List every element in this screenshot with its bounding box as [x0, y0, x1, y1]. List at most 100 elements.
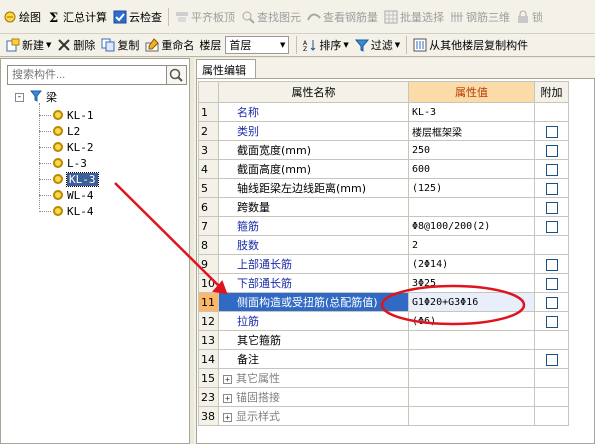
tab-property-edit[interactable]: 属性编辑 — [196, 59, 256, 78]
property-row[interactable]: 7 箍筋 Φ8@100/200(2) — [198, 216, 569, 236]
property-value-cell[interactable] — [408, 406, 535, 426]
property-value-cell[interactable] — [408, 330, 535, 350]
property-row[interactable]: 5 轴线距梁左边线距离(mm) (125) — [198, 178, 569, 198]
filter-dropdown-arrow[interactable]: ▼ — [395, 41, 400, 49]
toolbar-button-cloud-check[interactable]: 云检查 — [110, 6, 165, 28]
property-group[interactable]: + 其它属性 — [218, 368, 409, 388]
collapse-icon[interactable]: - — [15, 92, 24, 102]
new-button[interactable]: 新建 ▼ — [0, 34, 54, 56]
property-name-cell: 截面宽度(mm) — [218, 140, 409, 160]
property-value-cell[interactable]: G1Φ20+G3Φ16 — [408, 292, 535, 312]
property-value-cell[interactable] — [408, 197, 535, 217]
sort-icon: AZ — [303, 38, 317, 53]
toolbar-button-find-element[interactable]: 查找图元 — [238, 6, 304, 28]
property-row[interactable]: 10 下部通长筋 3Φ25 — [198, 273, 569, 293]
filter-icon — [29, 90, 43, 105]
expand-icon[interactable]: + — [223, 394, 232, 403]
copy-from-floor-button[interactable]: 从其他楼层复制构件 — [410, 34, 531, 56]
property-value-cell[interactable] — [408, 349, 535, 369]
floor-select[interactable]: 首层 ▼ — [225, 36, 290, 54]
delete-button[interactable]: 删除 — [54, 34, 98, 56]
toolbar-button-sigma[interactable]: Σ 汇总计算 — [44, 6, 110, 28]
copy-button[interactable]: 复制 — [98, 34, 142, 56]
extra-cell — [534, 197, 569, 217]
property-group-label: 显示样式 — [236, 410, 280, 423]
extra-checkbox[interactable] — [545, 296, 558, 309]
property-value-cell[interactable]: (2Φ14) — [408, 254, 535, 274]
property-row[interactable]: 6 跨数量 — [198, 197, 569, 217]
row-number: 14 — [198, 349, 219, 369]
toolbar-button-batch-select[interactable]: 批量选择 — [381, 6, 447, 28]
align-top-icon — [175, 10, 189, 24]
toolbar-button-label: 绘图 — [19, 10, 41, 24]
property-value-cell[interactable]: 2 — [408, 235, 535, 255]
property-value-cell[interactable]: KL-3 — [408, 102, 535, 122]
filter-button[interactable]: 过滤 ▼ — [352, 34, 403, 56]
property-row[interactable]: 12 拉筋 (Φ6) — [198, 311, 569, 331]
property-value-cell[interactable]: 楼层框架梁 — [408, 121, 535, 141]
property-row[interactable]: 13 其它箍筋 — [198, 330, 569, 350]
property-group[interactable]: + 显示样式 — [218, 406, 409, 426]
tree-item[interactable]: WL-4 — [53, 187, 94, 203]
property-row[interactable]: 8 肢数 2 — [198, 235, 569, 255]
new-dropdown-arrow[interactable]: ▼ — [46, 41, 51, 49]
batch-select-icon — [384, 10, 398, 24]
toolbar-button-align-top[interactable]: 平齐板顶 — [172, 6, 238, 28]
tree-item[interactable]: KL-3 — [53, 171, 99, 187]
extra-checkbox[interactable] — [545, 125, 558, 138]
extra-checkbox[interactable] — [545, 182, 558, 195]
property-row[interactable]: 38 + 显示样式 — [198, 406, 569, 426]
expand-icon[interactable]: + — [223, 413, 232, 422]
tree-item[interactable]: L-3 — [53, 155, 87, 171]
property-row[interactable]: 2 类别 楼层框架梁 — [198, 121, 569, 141]
expand-icon[interactable]: + — [223, 375, 232, 384]
property-value-cell[interactable]: (125) — [408, 178, 535, 198]
property-row[interactable]: 23 + 锚固搭接 — [198, 387, 569, 407]
tree-item[interactable]: KL-4 — [53, 203, 94, 219]
toolbar-button-rebar-3d[interactable]: 钢筋三维 — [447, 6, 513, 28]
extra-checkbox[interactable] — [545, 220, 558, 233]
extra-checkbox[interactable] — [545, 258, 558, 271]
property-row[interactable]: 1 名称 KL-3 — [198, 102, 569, 122]
property-row[interactable]: 4 截面高度(mm) 600 — [198, 159, 569, 179]
property-value-cell[interactable]: 250 — [408, 140, 535, 160]
extra-checkbox[interactable] — [545, 353, 558, 366]
property-value-cell[interactable] — [408, 387, 535, 407]
toolbar-button-view-rebar[interactable]: 查看钢筋量 — [304, 6, 381, 28]
tree-connector — [39, 179, 51, 180]
property-row[interactable]: 3 截面宽度(mm) 250 — [198, 140, 569, 160]
extra-checkbox[interactable] — [545, 277, 558, 290]
tree-item[interactable]: L2 — [53, 123, 80, 139]
property-value-cell[interactable]: Φ8@100/200(2) — [408, 216, 535, 236]
sort-dropdown-arrow[interactable]: ▼ — [343, 41, 348, 49]
property-value-cell[interactable]: 600 — [408, 159, 535, 179]
toolbar-button-lock[interactable]: 锁 — [513, 6, 546, 28]
search-input[interactable] — [7, 65, 167, 85]
rename-button[interactable]: 重命名 — [142, 34, 197, 56]
property-row[interactable]: 15 + 其它属性 — [198, 368, 569, 388]
sort-button[interactable]: AZ 排序 ▼ — [300, 34, 351, 56]
property-row[interactable]: 14 备注 — [198, 349, 569, 369]
extra-checkbox[interactable] — [545, 201, 558, 214]
svg-text:Z: Z — [303, 46, 307, 52]
search-button[interactable] — [167, 65, 187, 85]
property-value-cell[interactable]: (Φ6) — [408, 311, 535, 331]
extra-checkbox[interactable] — [545, 315, 558, 328]
tree-item[interactable]: KL-2 — [53, 139, 94, 155]
component-icon — [53, 158, 63, 168]
property-group[interactable]: + 锚固搭接 — [218, 387, 409, 407]
property-row[interactable]: 11 侧面构造或受扭筋(总配筋值) G1Φ20+G3Φ16 — [198, 292, 569, 312]
extra-checkbox[interactable] — [545, 163, 558, 176]
extra-checkbox[interactable] — [545, 144, 558, 157]
toolbar-button-draw[interactable]: 绘图 — [0, 6, 44, 28]
row-number: 9 — [198, 254, 219, 274]
row-number: 38 — [198, 406, 219, 426]
property-value-cell[interactable]: 3Φ25 — [408, 273, 535, 293]
tree-item[interactable]: KL-1 — [53, 107, 94, 123]
property-row[interactable]: 9 上部通长筋 (2Φ14) — [198, 254, 569, 274]
tree-root[interactable]: -梁 — [15, 89, 57, 105]
tree-connector — [39, 147, 51, 148]
component-icon — [53, 190, 63, 200]
rename-icon — [145, 38, 160, 52]
property-value-cell[interactable] — [408, 368, 535, 388]
